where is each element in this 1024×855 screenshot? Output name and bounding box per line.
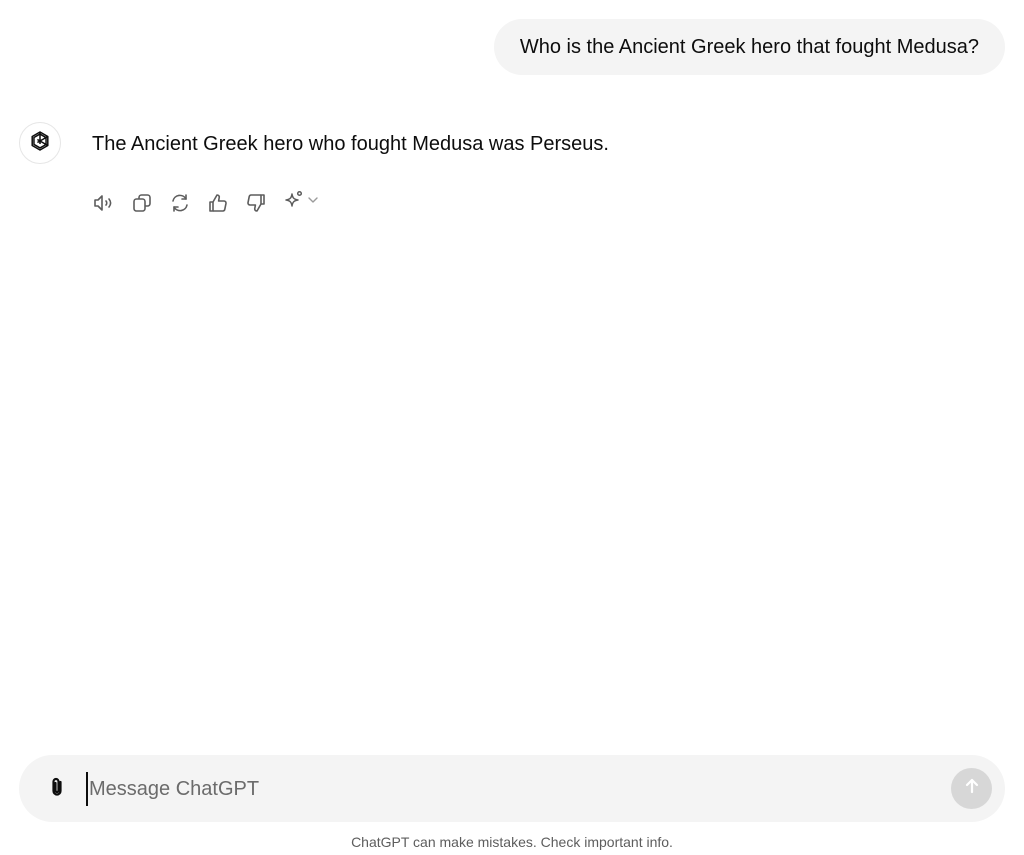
assistant-avatar — [19, 122, 61, 164]
paperclip-icon — [45, 775, 69, 804]
thumbs-down-icon — [244, 191, 268, 215]
copy-icon — [130, 191, 154, 215]
chevron-down-icon — [306, 193, 320, 212]
regenerate-button[interactable] — [168, 190, 206, 216]
user-message-bubble: Who is the Ancient Greek hero that fough… — [493, 19, 1005, 75]
read-aloud-icon — [92, 191, 116, 215]
disclaimer-text: ChatGPT can make mistakes. Check importa… — [351, 834, 673, 850]
message-composer — [19, 755, 1005, 822]
send-button[interactable] — [951, 768, 992, 809]
assistant-message-text: The Ancient Greek hero who fought Medusa… — [92, 133, 609, 155]
change-model-button[interactable] — [282, 188, 320, 217]
read-aloud-button[interactable] — [92, 190, 130, 216]
copy-button[interactable] — [130, 190, 168, 216]
chat-page: Who is the Ancient Greek hero that fough… — [0, 0, 1024, 855]
sparkle-icon — [282, 188, 306, 217]
thumbs-down-button[interactable] — [244, 190, 282, 216]
message-input[interactable] — [86, 772, 939, 806]
regenerate-icon — [168, 191, 192, 215]
attach-file-button[interactable] — [43, 775, 71, 803]
thumbs-up-button[interactable] — [206, 190, 244, 216]
chatgpt-logo-icon — [28, 129, 52, 158]
user-message-row: Who is the Ancient Greek hero that fough… — [493, 19, 1005, 75]
arrow-up-icon — [961, 775, 983, 802]
thumbs-up-icon — [206, 191, 230, 215]
assistant-actions-toolbar — [92, 188, 320, 217]
